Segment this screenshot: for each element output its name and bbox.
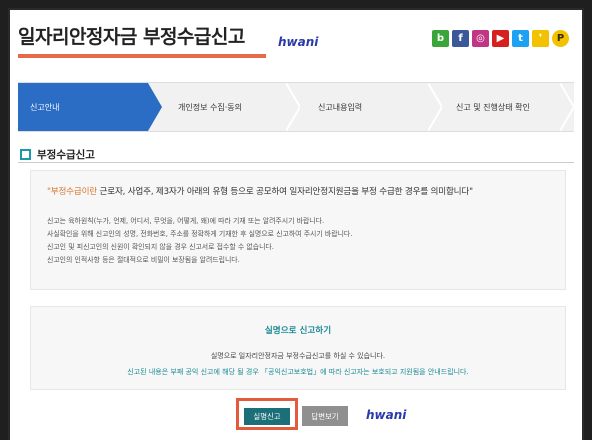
step-label: 신고안내 <box>30 102 60 112</box>
kakaotalk-icon[interactable]: P <box>552 30 569 47</box>
section-title-text: 부정수급신고 <box>37 149 95 161</box>
section-title: 부정수급신고 <box>20 147 95 162</box>
step-separator <box>560 83 574 131</box>
facebook-icon[interactable]: f <box>452 30 469 47</box>
twitter-icon[interactable]: t <box>512 30 529 47</box>
step-guide[interactable]: 신고안내 <box>18 83 162 131</box>
realname-report-button[interactable]: 실명신고 <box>244 408 290 425</box>
step-consent[interactable]: 개인정보 수집·동의 <box>166 83 292 131</box>
info-lines: 신고는 육하원칙(누가, 언제, 어디서, 무엇을, 어떻게, 왜)에 따라 기… <box>47 215 352 267</box>
blog-icon[interactable]: b <box>432 30 449 47</box>
section-divider <box>18 162 574 163</box>
realname-notice: 신고된 내용은 부패 공익 신고에 해당 될 경우 「공익신고보호법」에 따라 … <box>127 368 469 376</box>
step-input[interactable]: 신고내용입력 <box>306 83 432 131</box>
step-separator <box>286 83 300 131</box>
info-box: "부정수급이란 근로자, 사업주, 제3자가 아래의 유형 등으로 공모하여 일… <box>30 170 566 290</box>
info-lead-highlight: "부정수급이란 <box>47 187 97 197</box>
info-lead-rest: 근로자, 사업주, 제3자가 아래의 유형 등으로 공모하여 일자리안정지원금을… <box>97 187 474 197</box>
step-label: 개인정보 수집·동의 <box>178 102 242 112</box>
watermark: hwani <box>366 408 407 422</box>
realname-box: 실명으로 신고하기 실명으로 일자리안정자금 부정수급신고를 하실 수 있습니다… <box>30 306 566 390</box>
section-square-icon <box>20 149 31 160</box>
info-lead: "부정수급이란 근로자, 사업주, 제3자가 아래의 유형 등으로 공모하여 일… <box>47 185 473 197</box>
title-underline <box>18 54 266 58</box>
step-label: 신고내용입력 <box>318 102 363 112</box>
kakaostory-icon[interactable]: ❜ <box>532 30 549 47</box>
realname-heading: 실명으로 신고하기 <box>264 326 332 336</box>
info-line: 신고인의 인적사항 등은 절대적으로 비밀이 보장됨을 알려드립니다. <box>47 256 240 264</box>
answer-view-button[interactable]: 답변보기 <box>302 406 348 426</box>
youtube-icon[interactable]: ▶ <box>492 30 509 47</box>
realname-button-highlight: 실명신고 <box>236 398 298 430</box>
info-line: 신고인 및 피신고인의 신원이 확인되지 않을 경우 신고서로 접수할 수 없습… <box>47 243 274 251</box>
info-line: 신고는 육하원칙(누가, 언제, 어디서, 무엇을, 어떻게, 왜)에 따라 기… <box>47 217 325 225</box>
step-status[interactable]: 신고 및 진행상태 확인 <box>446 83 574 131</box>
report-page: 일자리안정자금 부정수급신고 hwani b f ◎ ▶ t ❜ P 신고안내 개인정보 수… <box>10 10 582 440</box>
step-separator <box>428 83 442 131</box>
page-title: 일자리안정자금 부정수급신고 <box>18 26 245 48</box>
watermark: hwani <box>278 35 319 49</box>
social-share-bar: b f ◎ ▶ t ❜ P <box>432 30 569 47</box>
step-label: 신고 및 진행상태 확인 <box>456 102 530 112</box>
info-line: 사실확인을 위해 신고인의 성명, 전화번호, 주소를 정확하게 기재한 후 실… <box>47 230 353 238</box>
browser-frame: 일자리안정자금 부정수급신고 hwani b f ◎ ▶ t ❜ P 신고안내 개인정보 수… <box>8 8 584 440</box>
progress-steps: 신고안내 개인정보 수집·동의 신고내용입력 신고 및 진행상태 확인 <box>18 82 574 132</box>
realname-text: 실명으로 일자리안정자금 부정수급신고를 하실 수 있습니다. <box>210 352 386 360</box>
instagram-icon[interactable]: ◎ <box>472 30 489 47</box>
